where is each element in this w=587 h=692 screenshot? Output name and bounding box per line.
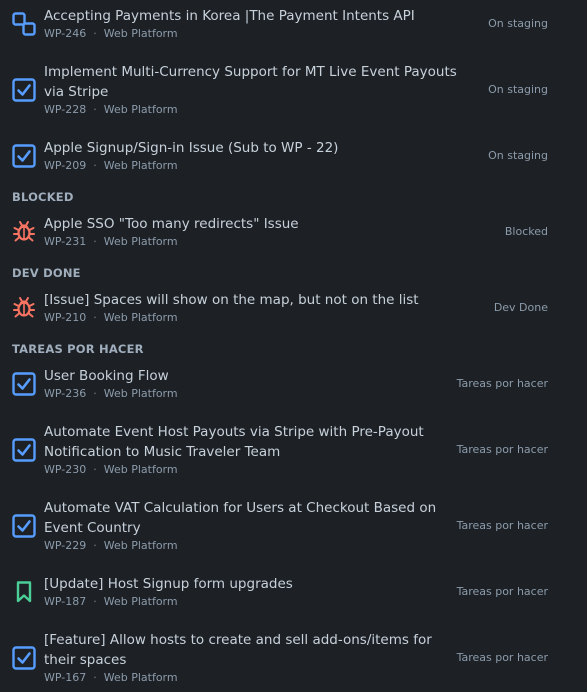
issue-meta: WP-167 · Web Platform [44,671,178,685]
group-header-tareas-por-hacer[interactable]: TAREAS POR HACER [12,342,144,356]
issue-meta: WP-230 · Web Platform [44,463,178,477]
task-checkbox-icon [12,78,36,102]
issue-title[interactable]: Automate Event Host Payouts via Stripe w… [44,422,464,462]
task-checkbox-icon [12,438,36,462]
issue-key[interactable]: WP-187 [44,595,86,608]
issue-project: Web Platform [103,311,178,324]
subtask-icon [12,12,36,36]
status-label[interactable]: Tareas por hacer [457,585,548,599]
status-label[interactable]: Tareas por hacer [457,651,548,665]
group-header-dev-done[interactable]: DEV DONE [12,266,81,280]
issue-meta: WP-229 · Web Platform [44,539,178,553]
issue-meta: WP-228 · Web Platform [44,103,178,117]
issue-title[interactable]: [Issue] Spaces will show on the map, but… [44,290,464,310]
status-label[interactable]: On staging [488,83,548,97]
separator-dot: · [93,595,97,608]
issue-key[interactable]: WP-236 [44,387,86,400]
bug-icon [12,219,36,243]
issue-title[interactable]: Implement Multi-Currency Support for MT … [44,62,464,102]
issue-project: Web Platform [103,387,178,400]
issue-meta: WP-231 · Web Platform [44,235,178,249]
separator-dot: · [93,387,97,400]
issue-key[interactable]: WP-209 [44,159,86,172]
story-bookmark-icon [12,580,36,604]
issue-meta: WP-210 · Web Platform [44,311,178,325]
task-checkbox-icon [12,372,36,396]
issue-project: Web Platform [103,539,178,552]
issue-project: Web Platform [103,235,178,248]
status-label[interactable]: On staging [488,17,548,31]
status-label[interactable]: On staging [488,149,548,163]
issue-project: Web Platform [103,671,178,684]
status-label[interactable]: Dev Done [494,301,548,315]
issue-title[interactable]: Apple SSO "Too many redirects" Issue [44,214,464,234]
task-checkbox-icon [12,514,36,538]
group-header-blocked[interactable]: BLOCKED [12,190,74,204]
separator-dot: · [93,311,97,324]
issue-project: Web Platform [103,27,178,40]
status-label[interactable]: Tareas por hacer [457,377,548,391]
issue-project: Web Platform [103,463,178,476]
separator-dot: · [93,671,97,684]
issue-key[interactable]: WP-167 [44,671,86,684]
issue-key[interactable]: WP-231 [44,235,86,248]
issue-title[interactable]: Automate VAT Calculation for Users at Ch… [44,498,464,538]
separator-dot: · [93,103,97,116]
separator-dot: · [93,463,97,476]
issue-title[interactable]: User Booking Flow [44,366,464,386]
separator-dot: · [93,235,97,248]
status-label[interactable]: Blocked [505,225,548,239]
issue-title[interactable]: [Update] Host Signup form upgrades [44,574,464,594]
task-checkbox-icon [12,144,36,168]
issue-title[interactable]: Apple Signup/Sign-in Issue (Sub to WP - … [44,138,464,158]
separator-dot: · [93,539,97,552]
issue-title[interactable]: Accepting Payments in Korea |The Payment… [44,6,464,26]
status-label[interactable]: Tareas por hacer [457,443,548,457]
issue-project: Web Platform [103,159,178,172]
issue-project: Web Platform [103,103,178,116]
issue-key[interactable]: WP-228 [44,103,86,116]
issue-key[interactable]: WP-246 [44,27,86,40]
issue-key[interactable]: WP-230 [44,463,86,476]
issue-project: Web Platform [103,595,178,608]
separator-dot: · [93,159,97,172]
separator-dot: · [93,27,97,40]
issue-key[interactable]: WP-210 [44,311,86,324]
issue-key[interactable]: WP-229 [44,539,86,552]
issue-meta: WP-187 · Web Platform [44,595,178,609]
status-label[interactable]: Tareas por hacer [457,519,548,533]
issue-meta: WP-246 · Web Platform [44,27,178,41]
issue-meta: WP-236 · Web Platform [44,387,178,401]
bug-icon [12,295,36,319]
issue-title[interactable]: [Feature] Allow hosts to create and sell… [44,630,464,670]
task-checkbox-icon [12,646,36,670]
issue-meta: WP-209 · Web Platform [44,159,178,173]
